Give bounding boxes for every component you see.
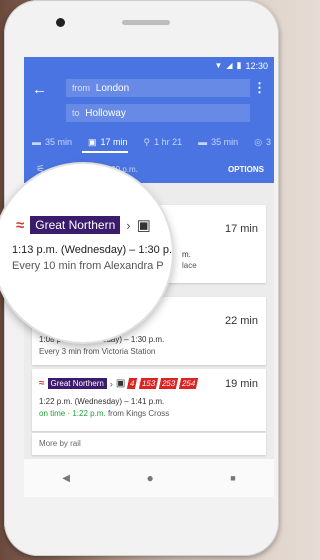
- route-card[interactable]: ≈ Great Northern › ▣ 4 153 253 254 19 mi…: [32, 369, 266, 431]
- options-button[interactable]: OPTIONS: [228, 165, 264, 174]
- bus-number: 153: [138, 378, 159, 389]
- route-duration: 22 min: [224, 315, 258, 327]
- tab-walk-label: 1 hr 21: [154, 137, 183, 147]
- bus-icon: ▣: [115, 378, 126, 389]
- tab-transit[interactable]: ▣ 17 min: [80, 137, 136, 148]
- nav-recents-icon[interactable]: ■: [230, 473, 235, 483]
- nav-back-icon[interactable]: ◀: [62, 473, 70, 484]
- more-vert-icon[interactable]: ⋮: [253, 80, 266, 96]
- bus-number: 4: [127, 378, 138, 389]
- car-icon: ▬: [32, 137, 41, 147]
- magnified-route-frequency: Every 10 min from Alexandra P: [12, 260, 164, 272]
- national-rail-icon: ≈: [16, 216, 25, 234]
- chevron-right-icon: ›: [126, 217, 131, 233]
- more-by-rail-row[interactable]: More by rail: [32, 433, 266, 455]
- route-frequency: lace: [182, 261, 197, 270]
- from-prefix: from: [72, 83, 90, 93]
- route-duration: 19 min: [224, 378, 258, 390]
- route-steps: ≈ Great Northern › ▣ 4 153 253 254: [39, 378, 200, 389]
- signal-icon: ◢: [226, 61, 233, 70]
- tab-transit-label: 17 min: [100, 137, 128, 147]
- route-duration: 17 min: [224, 223, 258, 235]
- route-frequency: Every 3 min from Victoria Station: [39, 347, 156, 356]
- magnifier-lens: ≈ Great Northern › ▣ 1:13 p.m. (Wednesda…: [0, 164, 172, 342]
- bike-icon: ◎: [254, 136, 263, 147]
- walk-icon: ⚲: [143, 136, 151, 147]
- tab-drive-label: 35 min: [45, 137, 73, 147]
- tab-taxi[interactable]: ▬ 35 min: [190, 137, 246, 147]
- camera: [56, 18, 65, 27]
- from-value: London: [95, 83, 130, 94]
- on-time-status: on time · 1:22 p.m.: [39, 409, 106, 418]
- phone-frame: ▼ ◢ ▮ 12:30 ← ⋮ from London to Holloway …: [0, 0, 279, 556]
- from-field[interactable]: from London: [66, 79, 250, 97]
- transit-icon: ▣: [88, 136, 97, 147]
- speaker: [122, 20, 170, 25]
- tab-bike-label: 3: [266, 137, 272, 147]
- travel-mode-tabs: ▬ 35 min ▣ 17 min ⚲ 1 hr 21 ▬ 35 min ◎ 3: [24, 132, 274, 152]
- to-field[interactable]: to Holloway: [66, 104, 250, 122]
- chevron-right-icon: ›: [109, 378, 113, 389]
- back-arrow-icon[interactable]: ←: [32, 81, 47, 98]
- app-bar: ▼ ◢ ▮ 12:30 ← ⋮ from London to Holloway …: [24, 57, 274, 183]
- magnified-route-header: ≈ Great Northern › ▣: [16, 216, 151, 234]
- national-rail-icon: ≈: [39, 378, 45, 389]
- to-value: Holloway: [85, 108, 126, 119]
- bus-number: 253: [158, 378, 179, 389]
- active-tab-indicator: [82, 151, 128, 153]
- route-times: 1:22 p.m. (Wednesday) – 1:41 p.m.: [39, 397, 165, 406]
- nav-home-icon[interactable]: ●: [147, 471, 154, 485]
- route-times: m.: [182, 250, 191, 259]
- operator-badge: Great Northern: [47, 378, 107, 389]
- tab-walk[interactable]: ⚲ 1 hr 21: [136, 137, 191, 148]
- tab-bike[interactable]: ◎ 3: [246, 137, 274, 148]
- tab-drive[interactable]: ▬ 35 min: [24, 137, 80, 147]
- operator-badge: Great Northern: [30, 216, 121, 234]
- route-origin: from Kings Cross: [107, 409, 170, 418]
- status-time: 12:30: [245, 60, 268, 71]
- bus-icon: ▣: [136, 217, 151, 234]
- status-bar: ▼ ◢ ▮ 12:30: [214, 60, 268, 71]
- taxi-icon: ▬: [198, 137, 208, 147]
- bus-number: 254: [179, 378, 200, 389]
- magnified-route-times: 1:13 p.m. (Wednesday) – 1:30 p.m.: [12, 244, 172, 256]
- tab-taxi-label: 35 min: [211, 137, 239, 147]
- battery-icon: ▮: [236, 60, 242, 70]
- wifi-icon: ▼: [214, 61, 223, 70]
- route-status: on time · 1:22 p.m. from Kings Cross: [39, 409, 169, 418]
- to-prefix: to: [72, 108, 80, 118]
- more-by-rail-label: More by rail: [39, 439, 81, 448]
- system-nav-bar: ◀ ● ■: [24, 459, 274, 497]
